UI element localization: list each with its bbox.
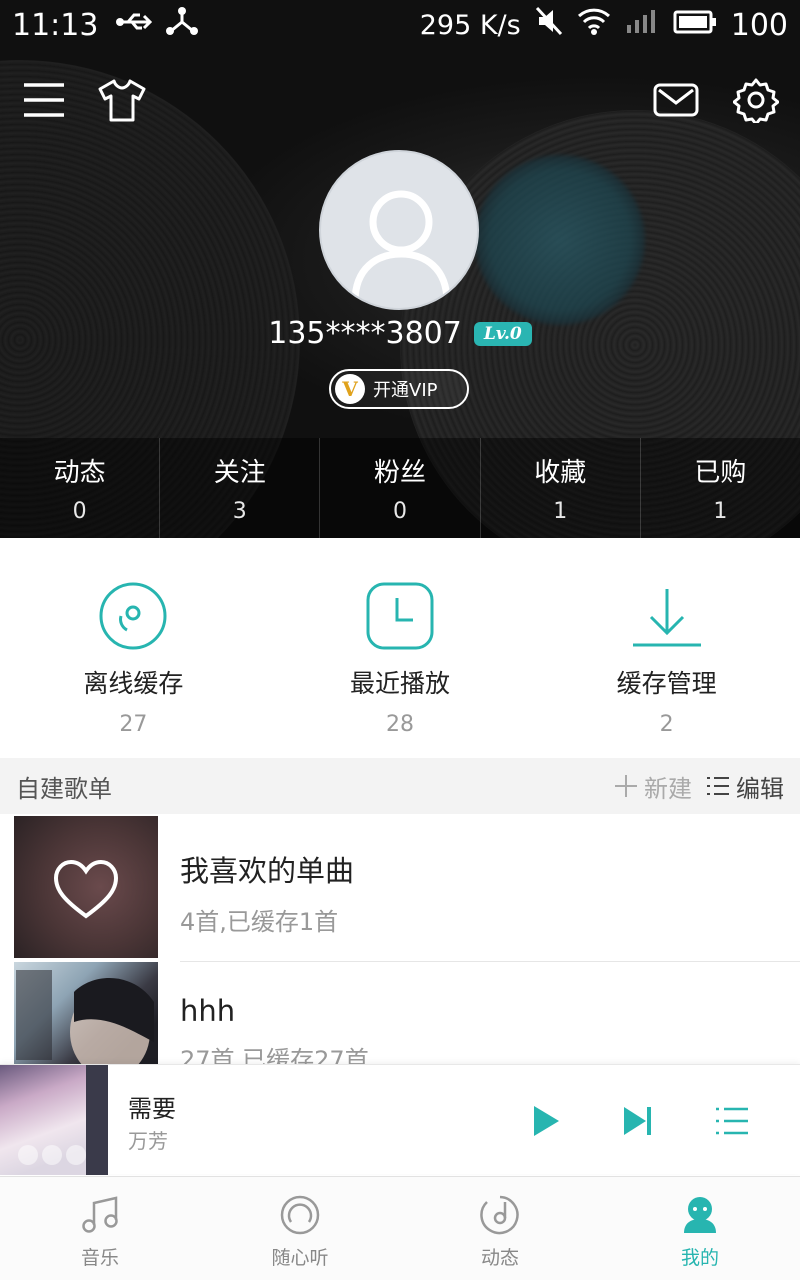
album-art-image bbox=[18, 1065, 108, 1175]
shortcut-row: 离线缓存 27 最近播放 28 缓存管理 2 bbox=[0, 538, 800, 758]
heart-icon bbox=[53, 859, 119, 919]
new-playlist-label: 新建 bbox=[644, 774, 692, 803]
nav-music[interactable]: 音乐 bbox=[0, 1177, 200, 1280]
shortcut-label: 缓存管理 bbox=[616, 669, 717, 698]
playlist-subtitle: 4首,已缓存1首 bbox=[180, 908, 339, 936]
status-time: 11:13 bbox=[12, 7, 99, 43]
background-vinyl-label bbox=[475, 155, 645, 325]
nav-feed[interactable]: 动态 bbox=[400, 1177, 600, 1280]
battery-icon bbox=[673, 8, 717, 43]
skin-tshirt-icon[interactable] bbox=[94, 72, 150, 128]
playlist-queue-button[interactable] bbox=[704, 1093, 760, 1149]
nav-label: 动态 bbox=[480, 1247, 519, 1269]
wifi-icon bbox=[577, 7, 611, 43]
playlist-info: 我喜欢的单曲 4首,已缓存1首 bbox=[180, 848, 354, 937]
now-playing-cover bbox=[0, 1065, 108, 1175]
stat-favorites[interactable]: 收藏 1 bbox=[481, 438, 641, 538]
next-track-icon bbox=[624, 1107, 651, 1135]
new-playlist-button[interactable]: 新建 bbox=[614, 769, 692, 804]
shortcut-count: 27 bbox=[119, 712, 148, 737]
stat-count: 1 bbox=[713, 499, 728, 524]
next-button[interactable] bbox=[610, 1093, 666, 1149]
cache-manage-shortcut[interactable]: 缓存管理 2 bbox=[533, 538, 800, 758]
plus-icon bbox=[615, 775, 637, 797]
stat-label: 动态 bbox=[53, 458, 106, 488]
playlist-info: hhh 27首,已缓存27首 bbox=[180, 994, 369, 1075]
stat-count: 3 bbox=[232, 499, 247, 524]
vip-v-icon: V bbox=[335, 374, 365, 404]
shortcut-count: 2 bbox=[659, 712, 674, 737]
playlist-cover bbox=[14, 816, 158, 958]
now-playing-title: 需要 bbox=[128, 1095, 176, 1123]
playlists-section-header: 自建歌单 新建 编辑 bbox=[0, 758, 800, 814]
username: 135****3807 bbox=[268, 316, 462, 351]
offline-cache-shortcut[interactable]: 离线缓存 27 bbox=[0, 538, 267, 758]
nav-label: 随心听 bbox=[271, 1247, 329, 1269]
play-icon bbox=[534, 1106, 559, 1136]
user-identity: 135****3807 Lv.0 bbox=[0, 316, 800, 351]
edit-playlists-button[interactable]: 编辑 bbox=[706, 769, 784, 804]
section-title: 自建歌单 bbox=[16, 774, 112, 803]
clock-icon bbox=[360, 576, 440, 656]
stat-feed[interactable]: 动态 0 bbox=[0, 438, 161, 538]
stat-purchased[interactable]: 已购 1 bbox=[641, 438, 800, 538]
list-icon bbox=[707, 777, 729, 795]
nav-label: 我的 bbox=[680, 1247, 719, 1269]
feed-disc-icon bbox=[478, 1193, 522, 1237]
stat-count: 0 bbox=[393, 499, 407, 524]
shortcut-label: 最近播放 bbox=[350, 669, 451, 698]
avatar[interactable] bbox=[319, 150, 479, 310]
play-button[interactable] bbox=[518, 1093, 574, 1149]
playlist-name: 我喜欢的单曲 bbox=[180, 854, 355, 888]
stat-following[interactable]: 关注 3 bbox=[160, 438, 321, 538]
edit-playlists-label: 编辑 bbox=[736, 774, 784, 803]
usb-icon bbox=[114, 8, 154, 43]
menu-icon[interactable] bbox=[16, 72, 72, 128]
stat-label: 粉丝 bbox=[374, 458, 427, 488]
shortcut-label: 离线缓存 bbox=[83, 669, 184, 698]
shortcut-count: 28 bbox=[386, 712, 414, 737]
battery-level: 100 bbox=[730, 7, 788, 43]
status-bar: 11:13 295 K/s 100 bbox=[0, 0, 800, 50]
stat-label: 收藏 bbox=[534, 458, 587, 488]
recent-play-shortcut[interactable]: 最近播放 28 bbox=[267, 538, 534, 758]
stat-label: 已购 bbox=[694, 458, 747, 488]
mail-icon[interactable] bbox=[648, 72, 704, 128]
stats-bar: 动态 0 关注 3 粉丝 0 收藏 1 已购 1 bbox=[0, 438, 800, 538]
default-avatar-icon bbox=[351, 190, 451, 303]
playlist-item-liked[interactable]: 我喜欢的单曲 4首,已缓存1首 bbox=[0, 816, 800, 962]
share-node-icon bbox=[166, 6, 199, 44]
mini-player[interactable]: 需要 万芳 bbox=[0, 1064, 800, 1175]
top-bar bbox=[0, 70, 800, 134]
settings-gear-icon[interactable] bbox=[728, 72, 784, 128]
mute-icon bbox=[535, 6, 563, 44]
offline-disc-icon bbox=[93, 576, 173, 656]
network-speed: 295 K/s bbox=[419, 9, 521, 41]
profile-header: 11:13 295 K/s 100 135****3807 Lv.0 V 开通V… bbox=[0, 0, 800, 538]
section-actions: 新建 编辑 bbox=[614, 769, 784, 804]
open-vip-label: 开通VIP bbox=[373, 380, 438, 401]
stat-label: 关注 bbox=[213, 458, 266, 488]
music-note-icon bbox=[78, 1193, 122, 1237]
download-icon bbox=[627, 576, 707, 656]
open-vip-button[interactable]: V 开通VIP bbox=[329, 369, 469, 409]
stat-count: 1 bbox=[553, 499, 568, 524]
stat-count: 0 bbox=[72, 499, 87, 524]
radio-circle-icon bbox=[278, 1193, 322, 1237]
stat-followers[interactable]: 粉丝 0 bbox=[320, 438, 481, 538]
queue-list-icon bbox=[716, 1107, 748, 1135]
user-profile-icon bbox=[678, 1193, 722, 1237]
nav-label: 音乐 bbox=[80, 1247, 119, 1269]
signal-icon bbox=[625, 7, 659, 43]
playlist-name: hhh bbox=[180, 994, 236, 1028]
nav-mine[interactable]: 我的 bbox=[600, 1177, 800, 1280]
level-badge: Lv.0 bbox=[473, 321, 532, 346]
now-playing-artist: 万芳 bbox=[128, 1129, 168, 1153]
status-right: 295 K/s 100 bbox=[420, 6, 788, 44]
bottom-nav: 音乐 随心听 动态 我的 bbox=[0, 1176, 800, 1280]
nav-radio[interactable]: 随心听 bbox=[200, 1177, 400, 1280]
